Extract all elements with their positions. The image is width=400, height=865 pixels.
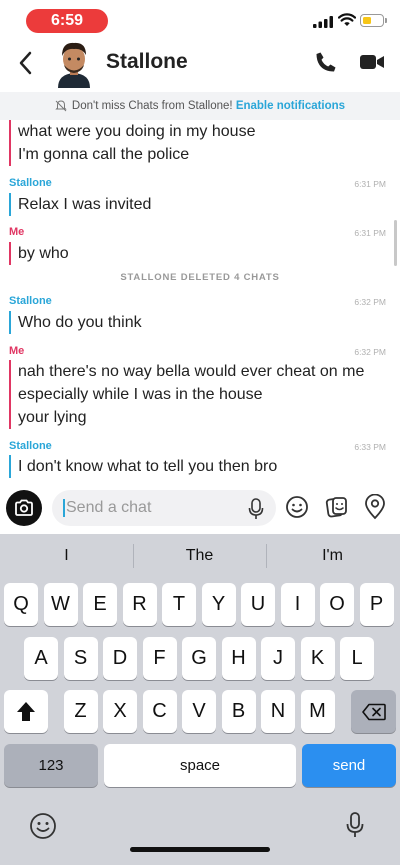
message-timestamp: 6:31 PM [354,228,386,238]
wifi-icon [338,13,356,26]
message-bubble: nah there's no way bella would ever chea… [9,360,364,429]
key-r[interactable]: R [122,583,157,626]
message-line: especially while I was in the house [18,386,263,403]
key-p[interactable]: P [359,583,394,626]
back-chevron-icon[interactable] [14,48,38,78]
predictive-text-bar: I The I'm [0,534,400,577]
phone-call-icon[interactable] [314,50,338,74]
status-bar: 6:59 [0,0,400,38]
prediction-suggestion[interactable]: The [133,534,266,577]
status-time: 6:59 [26,9,108,33]
key-t[interactable]: T [162,583,196,626]
key-y[interactable]: Y [201,583,236,626]
message-line: Who do you think [18,314,142,331]
battery-icon [360,14,387,27]
key-l[interactable]: L [340,637,374,680]
message-timestamp: 6:33 PM [354,442,386,452]
bitmoji-avatar[interactable] [52,38,96,88]
send-key[interactable]: send [302,744,396,787]
message-line: your lying [18,409,87,426]
message-line: Relax I was invited [18,196,152,213]
key-o[interactable]: O [320,583,354,626]
chat-input-bar [0,482,400,534]
message-line: by who [18,245,69,262]
shift-key[interactable] [4,690,48,733]
key-a[interactable]: A [24,637,58,680]
message-bubble: Relax I was invited [9,193,151,216]
numbers-key[interactable]: 123 [4,744,98,787]
dictation-mic-icon[interactable] [341,811,369,839]
bell-muted-icon [55,100,67,112]
message-bubble: by who [9,242,69,265]
camera-icon [15,499,33,516]
smiley-icon[interactable] [285,495,309,519]
key-k[interactable]: K [300,637,335,680]
sender-label: Me [9,345,25,357]
contact-name[interactable]: Stallone [106,50,188,74]
key-i[interactable]: I [280,583,315,626]
message-timestamp: 6:31 PM [354,179,386,189]
camera-button[interactable] [6,490,42,526]
key-s[interactable]: S [63,637,98,680]
cellular-signal-icon [313,16,333,28]
key-v[interactable]: V [182,690,216,733]
enable-notifications-link[interactable]: Enable notifications [236,100,345,112]
key-d[interactable]: D [103,637,137,680]
home-indicator[interactable] [130,847,270,852]
notification-banner: Don't miss Chats from Stallone! Enable n… [0,92,400,120]
message-line: what were you doing in my house [18,123,256,140]
chat-input[interactable] [66,490,236,526]
prediction-suggestion[interactable]: I'm [266,534,399,577]
key-x[interactable]: X [103,690,137,733]
chat-header: Stallone [0,38,400,90]
key-j[interactable]: J [261,637,295,680]
banner-text: Don't miss Chats from Stallone! [71,100,233,112]
backspace-icon [362,703,386,721]
location-pin-icon[interactable] [363,494,387,520]
key-f[interactable]: F [142,637,177,680]
key-q[interactable]: Q [4,583,38,626]
key-n[interactable]: N [261,690,295,733]
key-u[interactable]: U [241,583,275,626]
key-g[interactable]: G [182,637,216,680]
key-z[interactable]: Z [63,690,98,733]
prediction-suggestion[interactable]: I [0,534,133,577]
keyboard: I The I'm Q W E R T Y U I O P A S D F G … [0,534,400,865]
deleted-chats-notice: STALLONE DELETED 4 CHATS [120,272,280,283]
key-m[interactable]: M [300,690,335,733]
message-timestamp: 6:32 PM [354,347,386,357]
delete-key[interactable] [351,690,396,733]
space-key[interactable]: space [104,744,296,787]
message-timestamp: 6:32 PM [354,297,386,307]
message-bubble: what were you doing in my house I'm gonn… [9,120,255,166]
key-c[interactable]: C [142,690,177,733]
microphone-icon[interactable] [248,498,264,520]
message-list[interactable]: what were you doing in my house I'm gonn… [0,120,400,482]
video-call-icon[interactable] [359,52,385,72]
message-bubble: I don't know what to tell you then bro [9,455,277,478]
sender-label: Stallone [9,177,52,189]
shift-arrow-icon [17,702,35,721]
text-caret [63,499,65,517]
sender-label: Me [9,226,25,238]
emoji-keyboard-icon[interactable] [29,812,57,840]
chat-input-container[interactable] [52,490,276,526]
key-h[interactable]: H [221,637,256,680]
scrollbar[interactable] [394,220,397,266]
sticker-icon[interactable] [325,495,349,519]
sender-label: Stallone [9,440,52,452]
message-line: nah there's no way bella would ever chea… [18,363,365,380]
message-line: I'm gonna call the police [18,146,190,163]
key-e[interactable]: E [83,583,117,626]
message-bubble: Who do you think [9,311,142,334]
message-line: I don't know what to tell you then bro [18,458,278,475]
key-w[interactable]: W [43,583,78,626]
key-b[interactable]: B [221,690,256,733]
sender-label: Stallone [9,295,52,307]
